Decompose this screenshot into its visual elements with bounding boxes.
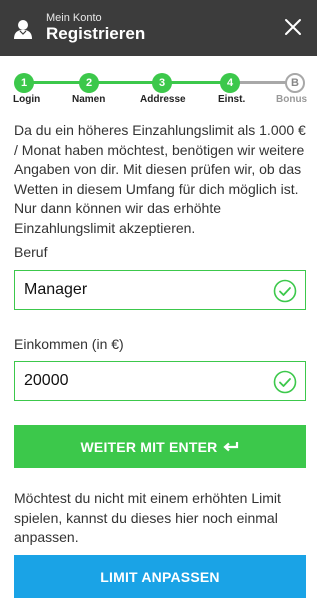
einkommen-input[interactable]: [24, 362, 264, 400]
stepper-line-complete: [24, 81, 234, 84]
progress-stepper: 1 2 3 4 B Login Namen Addresse Einst. Bo…: [0, 56, 317, 112]
close-icon[interactable]: [280, 14, 306, 40]
step-label-namen: Namen: [72, 94, 106, 105]
intro-text: Da du ein höheres Einzahlungslimit als 1…: [14, 122, 306, 236]
user-icon: [14, 20, 32, 39]
beruf-input[interactable]: [24, 271, 264, 309]
einkommen-field-wrapper: [14, 361, 306, 401]
adjust-limit-button[interactable]: LIMIT ANPASSEN: [14, 555, 306, 598]
step-label-login: Login: [13, 94, 41, 105]
continue-button[interactable]: WEITER MIT ENTER: [14, 425, 306, 468]
einkommen-label: Einkommen (in €): [14, 336, 124, 352]
beruf-field-wrapper: [14, 270, 306, 310]
check-circle-icon: [273, 370, 297, 394]
adjust-limit-button-label: LIMIT ANPASSEN: [100, 568, 220, 585]
enter-icon: [223, 441, 239, 451]
beruf-label: Beruf: [14, 244, 48, 260]
header-bar: Mein Konto Registrieren: [0, 0, 317, 56]
step-bonus: B: [285, 73, 305, 93]
step-3-addresse: 3: [152, 73, 172, 93]
step-label-addresse: Addresse: [140, 94, 186, 105]
limit-note-text: Möchtest du nicht mit einem erhöhten Lim…: [14, 490, 281, 545]
page-title: Registrieren: [46, 24, 146, 43]
header-subtitle: Mein Konto: [46, 12, 102, 24]
check-circle-icon: [273, 279, 297, 303]
step-4-einst: 4: [220, 73, 240, 93]
continue-button-label: WEITER MIT ENTER: [80, 438, 218, 455]
step-1-login: 1: [14, 73, 34, 93]
step-label-einst: Einst.: [218, 94, 246, 105]
step-label-bonus: Bonus: [276, 94, 308, 105]
step-2-namen: 2: [79, 73, 99, 93]
